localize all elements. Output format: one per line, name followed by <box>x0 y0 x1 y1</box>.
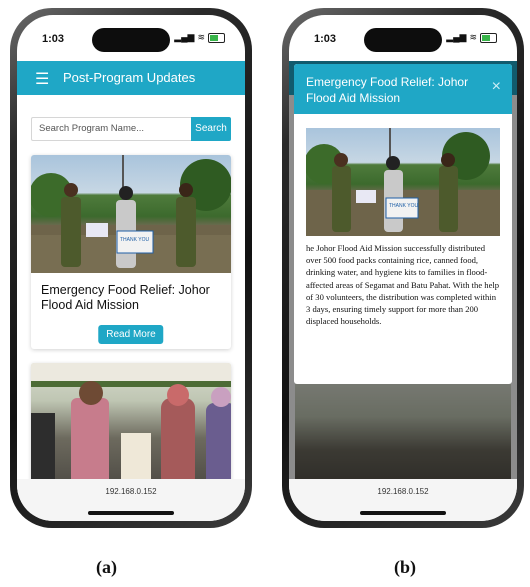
battery-icon <box>480 32 497 43</box>
dynamic-island <box>364 28 442 52</box>
home-indicator[interactable] <box>360 511 446 515</box>
wifi-icon: ≋ <box>469 32 477 42</box>
modal-description: he Johor Flood Aid Mission successfully … <box>306 243 500 327</box>
program-details-modal: Emergency Food Relief: Johor Flood Aid M… <box>294 64 512 384</box>
phone-frame-b: 1:03 ▂▄▆ ≋ Emergency Food Relief: Johor … <box>282 8 524 528</box>
food-distribution-photo <box>31 363 231 488</box>
status-time: 1:03 <box>42 33 65 45</box>
flood-relief-photo: THANK YOU <box>31 155 231 273</box>
modal-flood-relief-photo: THANK YOU <box>306 128 500 236</box>
modal-photo-illustration: THANK YOU <box>306 128 500 236</box>
sign-text: THANK YOU <box>120 237 149 243</box>
url-text[interactable]: 192.168.0.152 <box>17 487 245 496</box>
phone-screen-b: 1:03 ▂▄▆ ≋ Emergency Food Relief: Johor … <box>289 15 517 521</box>
program-card: THANK YOU Emergency Food Relief: Johor F… <box>31 155 231 349</box>
program-card-2 <box>31 363 231 488</box>
card-title: Emergency Food Relief: Johor Flood Aid M… <box>41 283 210 312</box>
status-time: 1:03 <box>314 33 337 45</box>
app-header: ☰ Post-Program Updates <box>17 61 245 95</box>
hamburger-menu-icon[interactable]: ☰ <box>35 69 49 89</box>
signal-icon: ▂▄▆ <box>446 32 467 42</box>
search-input[interactable]: Search Program Name... <box>31 117 191 141</box>
event-illustration <box>31 363 231 488</box>
home-indicator[interactable] <box>88 511 174 515</box>
system-icons: ▂▄▆ ≋ <box>174 32 225 43</box>
figure-label-a: (a) <box>96 557 117 577</box>
search-button[interactable]: Search <box>191 117 231 141</box>
browser-bottom-bar: 192.168.0.152 <box>289 479 517 521</box>
search-bar: Search Program Name... Search <box>31 117 231 141</box>
battery-icon <box>208 32 225 43</box>
read-more-button[interactable]: Read More <box>98 325 164 344</box>
signal-icon: ▂▄▆ <box>174 32 195 42</box>
dynamic-island <box>92 28 170 52</box>
sign-text: THANK YOU <box>389 203 418 209</box>
url-text[interactable]: 192.168.0.152 <box>289 487 517 496</box>
system-icons: ▂▄▆ ≋ <box>446 32 497 43</box>
modal-title: Emergency Food Relief: Johor Flood Aid M… <box>306 75 469 105</box>
figure-label-b: (b) <box>394 557 416 577</box>
flood-relief-illustration: THANK YOU <box>31 155 231 273</box>
wifi-icon: ≋ <box>197 32 205 42</box>
phone-frame-a: 1:03 ▂▄▆ ≋ ☰ Post-Program Updates Search… <box>10 8 252 528</box>
modal-header: Emergency Food Relief: Johor Flood Aid M… <box>294 64 512 114</box>
close-icon[interactable]: × <box>492 78 501 96</box>
phone-screen-a: 1:03 ▂▄▆ ≋ ☰ Post-Program Updates Search… <box>17 15 245 521</box>
page-title: Post-Program Updates <box>63 70 196 85</box>
browser-bottom-bar: 192.168.0.152 <box>17 479 245 521</box>
